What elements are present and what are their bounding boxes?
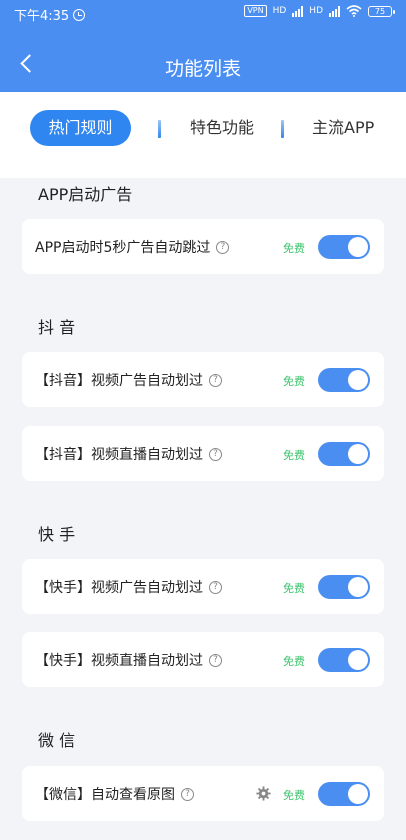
help-icon[interactable]: ? bbox=[209, 653, 222, 667]
list-item[interactable]: 【抖音】视频广告自动划过? 免费 bbox=[22, 352, 384, 407]
free-badge: 免费 bbox=[283, 789, 305, 802]
toggle-switch[interactable] bbox=[318, 648, 370, 672]
item-label: 【快手】视频直播自动划过 bbox=[35, 653, 203, 669]
free-badge: 免费 bbox=[283, 655, 305, 668]
free-badge: 免费 bbox=[283, 582, 305, 595]
list-item[interactable]: 【微信】自动查看原图? 免费 bbox=[22, 766, 384, 821]
section-title-kuaishou: 快 手 bbox=[38, 525, 76, 544]
free-badge: 免费 bbox=[283, 242, 305, 255]
gear-icon[interactable] bbox=[256, 786, 271, 801]
item-label: 【快手】视频广告自动划过 bbox=[35, 580, 203, 596]
tab-bar: 热门规则 特色功能 主流APP bbox=[0, 92, 406, 178]
tab-mainstream-apps[interactable]: 主流APP bbox=[312, 110, 374, 146]
tab-divider bbox=[281, 120, 284, 138]
help-icon[interactable]: ? bbox=[209, 447, 222, 461]
signal-icon bbox=[292, 5, 304, 17]
header: 下午4:35 VPN HD HD 75 功能列表 bbox=[0, 0, 406, 92]
list-item[interactable]: 【快手】视频广告自动划过? 免费 bbox=[22, 559, 384, 614]
help-icon[interactable]: ? bbox=[209, 580, 222, 594]
toggle-switch[interactable] bbox=[318, 368, 370, 392]
help-icon[interactable]: ? bbox=[216, 240, 230, 254]
help-icon[interactable]: ? bbox=[209, 373, 222, 387]
nav-bar: 功能列表 bbox=[0, 40, 406, 90]
tab-featured[interactable]: 特色功能 bbox=[190, 110, 254, 146]
status-time-group: 下午4:35 bbox=[14, 5, 86, 24]
page-title: 功能列表 bbox=[164, 58, 241, 80]
free-badge: 免费 bbox=[283, 449, 305, 462]
item-label: 【抖音】视频广告自动划过 bbox=[35, 373, 203, 389]
tab-divider bbox=[158, 120, 161, 138]
item-label: 【抖音】视频直播自动划过 bbox=[35, 447, 203, 463]
toggle-switch[interactable] bbox=[318, 575, 370, 599]
toggle-switch[interactable] bbox=[318, 235, 370, 259]
list-item[interactable]: 【快手】视频直播自动划过? 免费 bbox=[22, 632, 384, 687]
network-label-2: HD bbox=[309, 6, 323, 16]
wifi-icon bbox=[346, 5, 362, 17]
help-icon[interactable]: ? bbox=[181, 787, 194, 801]
status-time: 下午4:35 bbox=[14, 9, 70, 24]
section-title-wechat: 微 信 bbox=[38, 731, 76, 750]
list-item[interactable]: 【抖音】视频直播自动划过? 免费 bbox=[22, 426, 384, 481]
alarm-icon bbox=[73, 8, 86, 21]
section-title-douyin: 抖 音 bbox=[38, 318, 76, 337]
status-bar: 下午4:35 VPN HD HD 75 bbox=[0, 0, 406, 26]
section-title-app-launch-ads: APP启动广告 bbox=[38, 185, 133, 204]
item-label: 【微信】自动查看原图 bbox=[35, 787, 175, 803]
toggle-switch[interactable] bbox=[318, 442, 370, 466]
battery-icon: 75 bbox=[368, 5, 395, 17]
tab-hot-rules[interactable]: 热门规则 bbox=[30, 110, 131, 146]
item-label: APP启动时5秒广告自动跳过 bbox=[35, 240, 211, 256]
free-badge: 免费 bbox=[283, 375, 305, 388]
status-icons: VPN HD HD 75 bbox=[244, 5, 395, 17]
network-label-1: HD bbox=[272, 6, 287, 16]
signal-icon-2 bbox=[329, 5, 340, 17]
toggle-switch[interactable] bbox=[318, 782, 370, 806]
list-item[interactable]: APP启动时5秒广告自动跳过? 免费 bbox=[22, 219, 384, 274]
vpn-icon: VPN bbox=[244, 5, 267, 17]
